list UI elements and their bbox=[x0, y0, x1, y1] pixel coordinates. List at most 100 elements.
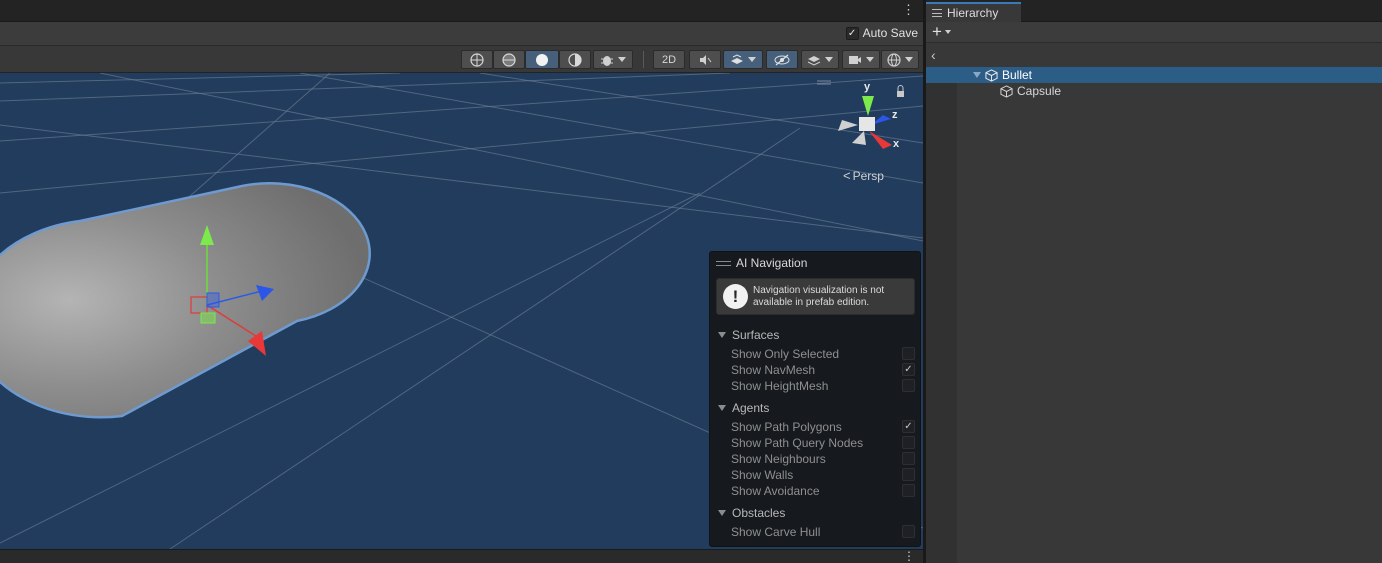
show-neighbours-label: Show Neighbours bbox=[731, 452, 826, 466]
effects-dropdown[interactable] bbox=[723, 50, 763, 69]
unlit-sphere-icon bbox=[568, 52, 582, 67]
show-avoidance-label: Show Avoidance bbox=[731, 484, 820, 498]
gizmo-x-label: x bbox=[893, 138, 900, 150]
create-dropdown-button[interactable]: + bbox=[932, 23, 951, 41]
bug-icon bbox=[601, 55, 613, 66]
unlit-shading-button[interactable] bbox=[559, 50, 591, 69]
layers-effects-icon bbox=[731, 53, 743, 64]
back-arrow-icon[interactable]: ‹ bbox=[931, 47, 936, 63]
show-heightmesh-checkbox[interactable] bbox=[902, 379, 915, 392]
bottom-kebab-menu-icon[interactable]: ⋮ bbox=[903, 550, 915, 563]
obstacles-foldout[interactable]: Obstacles bbox=[718, 506, 785, 520]
layers-dropdown[interactable] bbox=[801, 50, 839, 69]
autosave-checkbox[interactable]: ✓ bbox=[845, 26, 859, 40]
toolbar-divider bbox=[643, 51, 644, 68]
shaded-button[interactable] bbox=[525, 50, 559, 69]
prefab-mode-bar: ✓ Auto Save bbox=[0, 22, 923, 46]
show-navmesh-label: Show NavMesh bbox=[731, 363, 816, 377]
hierarchy-panel: Hierarchy + ‹ Bullet Capsule bbox=[926, 0, 1382, 563]
agents-title: Agents bbox=[732, 401, 770, 415]
projection-toggle[interactable]: < Persp bbox=[843, 168, 884, 183]
gizmos-dropdown[interactable] bbox=[881, 50, 919, 69]
surfaces-foldout[interactable]: Surfaces bbox=[718, 328, 779, 342]
eye-hidden-icon bbox=[774, 54, 790, 65]
gameobject-cube-icon bbox=[1000, 84, 1013, 98]
chevron-down-icon bbox=[866, 57, 874, 62]
camera-icon bbox=[849, 55, 861, 64]
plus-icon: + bbox=[932, 22, 942, 41]
show-only-selected-row[interactable]: Show Only Selected bbox=[731, 346, 915, 362]
2d-toggle-button[interactable]: 2D bbox=[653, 50, 685, 69]
foldout-arrow-icon bbox=[718, 332, 726, 338]
gizmo-y-label: y bbox=[864, 81, 871, 93]
list-icon bbox=[932, 9, 942, 17]
warning-icon: ! bbox=[723, 284, 748, 309]
audio-toggle-button[interactable] bbox=[689, 50, 721, 69]
scene-kebab-menu-icon[interactable]: ⋮ bbox=[902, 3, 915, 17]
show-path-query-nodes-checkbox[interactable] bbox=[902, 436, 915, 449]
chevron-down-icon bbox=[944, 30, 951, 34]
show-avoidance-row[interactable]: Show Avoidance bbox=[731, 483, 915, 499]
scene-tab-strip: ⋮ bbox=[0, 0, 923, 22]
scene-toolbar: 2D bbox=[0, 46, 923, 73]
show-neighbours-row[interactable]: Show Neighbours bbox=[731, 451, 915, 467]
speaker-muted-icon bbox=[700, 54, 712, 65]
autosave-label: Auto Save bbox=[862, 26, 918, 40]
shaded-sphere-icon bbox=[536, 53, 548, 66]
show-navmesh-row[interactable]: Show NavMesh ✓ bbox=[731, 362, 915, 378]
show-only-selected-checkbox[interactable] bbox=[902, 347, 915, 360]
obstacles-title: Obstacles bbox=[732, 506, 786, 520]
show-walls-checkbox[interactable] bbox=[902, 468, 915, 481]
unity-editor: ⋮ ✓ Auto Save 2D y z x < Persp AI Naviga… bbox=[0, 0, 1382, 563]
prefab-cube-icon bbox=[985, 68, 998, 82]
show-carve-hull-row[interactable]: Show Carve Hull bbox=[731, 524, 915, 540]
persp-chevron-icon: < bbox=[843, 168, 851, 183]
camera-dropdown[interactable] bbox=[842, 50, 880, 69]
debug-draw-mode-dropdown[interactable] bbox=[593, 50, 633, 69]
agents-foldout[interactable]: Agents bbox=[718, 401, 769, 415]
show-path-polygons-label: Show Path Polygons bbox=[731, 420, 842, 434]
ai-navigation-overlay: AI Navigation ! Navigation visualization… bbox=[709, 251, 921, 547]
show-path-query-nodes-row[interactable]: Show Path Query Nodes bbox=[731, 435, 915, 451]
show-carve-hull-checkbox[interactable] bbox=[902, 525, 915, 538]
hierarchy-toolbar: + bbox=[926, 22, 1382, 43]
wireframe-sphere-icon bbox=[470, 52, 484, 67]
wireframe-shading-button[interactable] bbox=[461, 50, 493, 69]
gizmo-z-label: z bbox=[892, 109, 898, 121]
hierarchy-item-bullet[interactable]: Bullet bbox=[926, 67, 1382, 83]
foldout-arrow-icon bbox=[718, 510, 726, 516]
scene-visibility-button[interactable] bbox=[766, 50, 798, 69]
info-helpbox: ! Navigation visualization is not availa… bbox=[716, 278, 915, 315]
bottom-panel-strip: ⋮ bbox=[0, 549, 923, 563]
show-path-polygons-row[interactable]: Show Path Polygons ✓ bbox=[731, 419, 915, 435]
chevron-down-icon bbox=[825, 57, 833, 62]
ai-navigation-title: AI Navigation bbox=[736, 256, 808, 270]
foldout-arrow-icon[interactable] bbox=[973, 72, 981, 78]
show-walls-row[interactable]: Show Walls bbox=[731, 467, 915, 483]
hierarchy-item-label: Capsule bbox=[1017, 84, 1062, 98]
show-heightmesh-row[interactable]: Show HeightMesh bbox=[731, 378, 915, 394]
hierarchy-item-capsule[interactable]: Capsule bbox=[926, 83, 1382, 99]
scene-view-panel: ⋮ ✓ Auto Save 2D y z x < Persp AI Naviga… bbox=[0, 0, 923, 563]
show-walls-label: Show Walls bbox=[731, 468, 794, 482]
autosave-toggle[interactable]: ✓ Auto Save bbox=[845, 26, 918, 40]
ai-navigation-header[interactable]: AI Navigation bbox=[716, 255, 807, 271]
layers-icon bbox=[807, 55, 821, 66]
show-path-query-nodes-label: Show Path Query Nodes bbox=[731, 436, 864, 450]
hierarchy-tab-bar: Hierarchy bbox=[926, 0, 1382, 22]
chevron-down-icon bbox=[748, 57, 756, 62]
tab-hierarchy[interactable]: Hierarchy bbox=[926, 2, 1021, 22]
show-navmesh-checkbox[interactable]: ✓ bbox=[902, 363, 915, 376]
show-path-polygons-checkbox[interactable]: ✓ bbox=[902, 420, 915, 433]
chevron-down-icon bbox=[618, 57, 626, 62]
shaded-wireframe-button[interactable] bbox=[493, 50, 525, 69]
surfaces-title: Surfaces bbox=[732, 328, 780, 342]
show-heightmesh-label: Show HeightMesh bbox=[731, 379, 829, 393]
prefab-breadcrumb-bar: ‹ bbox=[926, 43, 1382, 67]
drag-grip-icon[interactable] bbox=[716, 260, 731, 266]
show-carve-hull-label: Show Carve Hull bbox=[731, 525, 821, 539]
show-avoidance-checkbox[interactable] bbox=[902, 484, 915, 497]
hierarchy-item-label: Bullet bbox=[1002, 68, 1033, 82]
helpbox-text: Navigation visualization is not availabl… bbox=[753, 285, 885, 308]
show-neighbours-checkbox[interactable] bbox=[902, 452, 915, 465]
